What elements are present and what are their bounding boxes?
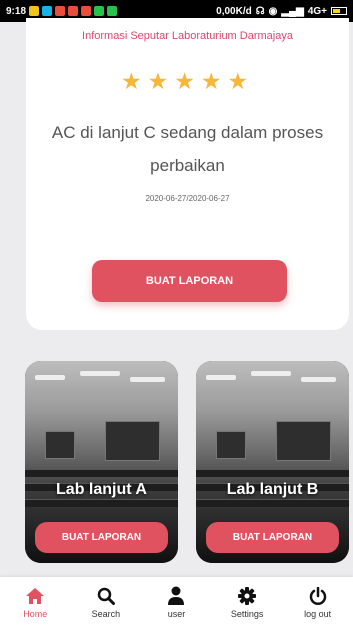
signal-icon: ▂▄▆ [281, 5, 304, 17]
announcement-message: AC di lanjut C sedang dalam proses perba… [51, 123, 324, 175]
bottom-navigation: Home Search user Settings log out [0, 577, 353, 627]
lab-b-report-button[interactable]: BUAT LAPORAN [206, 522, 339, 553]
nav-logout[interactable]: log out [288, 586, 348, 619]
home-icon [25, 586, 45, 606]
notification-icon [68, 6, 79, 16]
network-type: 4G+ [307, 5, 327, 17]
star-icon: ★ [174, 68, 201, 94]
lab-card-b[interactable]: Lab lanjut B BUAT LAPORAN [196, 361, 349, 563]
alarm-icon: ◉ [268, 5, 278, 17]
star-icon: ★ [200, 68, 228, 94]
lab-card-a[interactable]: Lab lanjut A BUAT LAPORAN [25, 361, 178, 563]
card-subtitle: Informasi Seputar Laboraturium Darmajaya [82, 30, 293, 42]
announcement-card: Informasi Seputar Laboraturium Darmajaya… [26, 18, 349, 330]
user-icon [166, 586, 186, 606]
lab-a-report-button[interactable]: BUAT LAPORAN [35, 522, 168, 553]
battery-icon [331, 7, 347, 15]
lab-title: Lab lanjut A [56, 481, 147, 498]
nav-home[interactable]: Home [5, 586, 65, 619]
create-report-button[interactable]: BUAT LAPORAN [92, 260, 287, 302]
notification-icon [55, 6, 66, 16]
nav-label: user [167, 608, 186, 619]
headphone-icon: ☊ [255, 5, 265, 17]
star-icon: ★ [227, 68, 255, 94]
search-icon [96, 586, 116, 606]
network-speed: 0,00K/d [216, 5, 252, 17]
nav-settings[interactable]: Settings [217, 586, 277, 619]
notification-icon [107, 6, 118, 16]
nav-user[interactable]: user [146, 586, 206, 619]
notification-icon [94, 6, 105, 16]
star-icon: ★ [147, 68, 175, 94]
nav-label: Search [91, 608, 121, 619]
power-icon [308, 586, 328, 606]
status-time: 9:18 [6, 5, 27, 17]
notification-icon [81, 6, 92, 16]
notification-icon [42, 6, 53, 16]
rating-stars: ★★★★★ [26, 68, 349, 95]
gear-icon [237, 586, 257, 606]
star-icon: ★ [120, 68, 148, 94]
nav-search[interactable]: Search [76, 586, 136, 619]
announcement-date: 2020-06-27/2020-06-27 [145, 194, 230, 203]
notification-icon [29, 6, 40, 16]
nav-label: Settings [230, 608, 264, 619]
lab-title: Lab lanjut B [226, 481, 319, 498]
nav-label: log out [304, 608, 332, 619]
nav-label: Home [23, 608, 48, 619]
